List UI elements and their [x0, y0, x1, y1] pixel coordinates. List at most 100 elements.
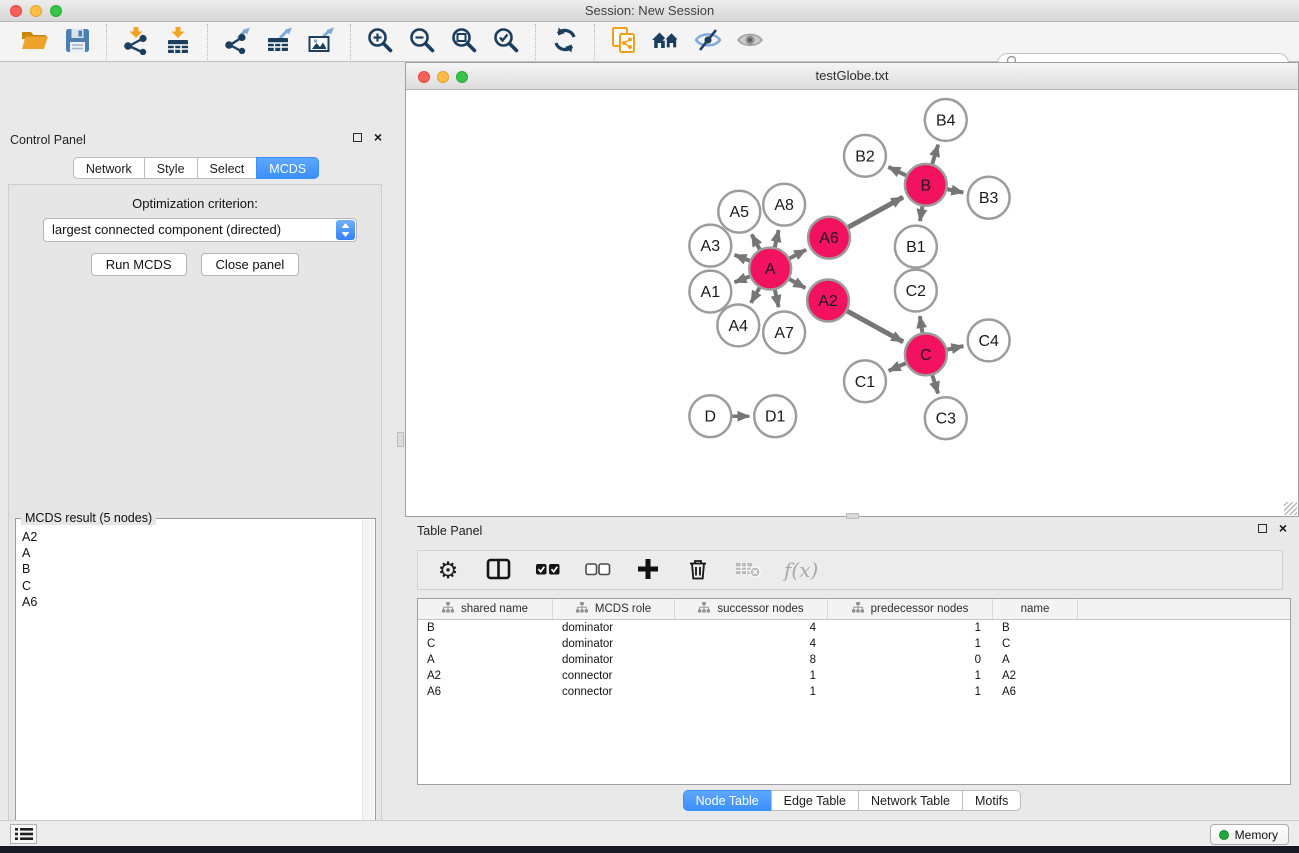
mcds-result-item[interactable]: B [16, 561, 361, 577]
table-cell: A6 [418, 684, 553, 700]
graph-node-C4[interactable]: C4 [968, 319, 1010, 361]
main-toolbar [0, 22, 1299, 62]
column-header-name[interactable]: name [993, 599, 1078, 619]
zoom-fit-icon [450, 26, 478, 57]
graph-node-A8[interactable]: A8 [763, 184, 805, 226]
graph-node-C2[interactable]: C2 [895, 270, 937, 312]
graph-node-C[interactable]: C [905, 333, 947, 375]
close-table-panel-icon[interactable]: × [1279, 524, 1287, 533]
svg-text:A2: A2 [818, 293, 838, 310]
export-network-button[interactable] [221, 26, 253, 58]
column-header-shared-name[interactable]: shared name [418, 599, 553, 619]
table-cell: dominator [553, 636, 675, 652]
zoom-out-icon [408, 26, 436, 57]
memory-button[interactable]: Memory [1210, 824, 1289, 845]
zoom-in-button[interactable] [364, 26, 396, 58]
table-row[interactable]: A2connector11A2 [418, 668, 1290, 684]
column-tree-icon [576, 602, 588, 616]
first-neighbors-button[interactable] [650, 26, 682, 58]
float-table-panel-icon[interactable] [1258, 524, 1267, 533]
import-table-button[interactable] [162, 26, 194, 58]
window-resize-grip[interactable] [1284, 502, 1297, 515]
export-image-button[interactable] [305, 26, 337, 58]
table-row[interactable]: Bdominator41B [418, 620, 1290, 636]
graph-node-D[interactable]: D [689, 395, 731, 437]
vertical-scrollbar-nub[interactable] [397, 432, 404, 447]
graph-node-B2[interactable]: B2 [844, 135, 886, 177]
mcds-result-list: A2ABCA6 [16, 529, 361, 853]
zoom-selected-button[interactable] [490, 26, 522, 58]
tab-node-table[interactable]: Node Table [683, 790, 771, 811]
mcds-result-item[interactable]: A6 [16, 594, 361, 610]
table-row[interactable]: Adominator80A [418, 652, 1290, 668]
new-network-from-selection-button[interactable] [608, 26, 640, 58]
graph-node-A4[interactable]: A4 [717, 304, 759, 346]
graph-node-A[interactable]: A [749, 248, 791, 290]
svg-text:A6: A6 [819, 230, 839, 247]
graph-node-C3[interactable]: C3 [925, 397, 967, 439]
tab-mcds[interactable]: MCDS [256, 157, 319, 179]
mcds-result-box: MCDS result (5 nodes) A2ABCA6 [15, 518, 376, 853]
split-table-button[interactable] [484, 555, 512, 585]
zoom-out-button[interactable] [406, 26, 438, 58]
mcds-result-item[interactable]: A [16, 545, 361, 561]
table-cell: C [418, 636, 553, 652]
apply-layout-button[interactable] [549, 26, 581, 58]
table-cell: 0 [828, 652, 993, 668]
run-mcds-button[interactable]: Run MCDS [91, 253, 187, 276]
criterion-dropdown[interactable]: largest connected component (directed) [43, 218, 357, 242]
close-panel-button[interactable]: Close panel [201, 253, 300, 276]
control-panel-title: Control Panel [10, 133, 86, 147]
delete-columns-button[interactable] [684, 555, 712, 585]
column-header-MCDS-role[interactable]: MCDS role [553, 599, 675, 619]
column-header-successor-nodes[interactable]: successor nodes [675, 599, 828, 619]
mcds-result-item[interactable]: C [16, 578, 361, 594]
float-panel-icon[interactable] [353, 133, 362, 142]
svg-text:A3: A3 [701, 238, 721, 255]
tab-select[interactable]: Select [197, 157, 257, 179]
graph-node-B4[interactable]: B4 [925, 99, 967, 141]
graph-node-A1[interactable]: A1 [689, 271, 731, 313]
result-scrollbar[interactable] [362, 520, 374, 853]
graph-node-B3[interactable]: B3 [968, 177, 1010, 219]
zoom-selected-icon [492, 26, 520, 57]
svg-text:B: B [921, 177, 932, 194]
graph-node-B1[interactable]: B1 [895, 226, 937, 268]
graph-node-B[interactable]: B [905, 164, 947, 206]
column-settings-button[interactable]: ⚙ [434, 555, 462, 585]
task-history-button[interactable] [10, 824, 37, 844]
network-canvas[interactable]: B4 B2 B B3 A8A5 A6 A3 B1 A C2 A1 A2 A4A7 C4 C C1 D D1 C3 [406, 90, 1298, 516]
select-all-rows-button[interactable] [534, 555, 562, 585]
hide-selected-button[interactable] [692, 26, 724, 58]
save-session-button[interactable] [61, 26, 93, 58]
svg-text:C2: C2 [906, 283, 927, 300]
graph-node-A3[interactable]: A3 [689, 225, 731, 267]
tab-network-table[interactable]: Network Table [858, 790, 962, 811]
close-panel-icon[interactable]: × [374, 133, 382, 142]
import-network-button[interactable] [120, 26, 152, 58]
create-column-button[interactable] [634, 555, 662, 585]
mcds-result-item[interactable]: A2 [16, 529, 361, 545]
tab-network[interactable]: Network [73, 157, 144, 179]
zoom-fit-button[interactable] [448, 26, 480, 58]
tab-style[interactable]: Style [144, 157, 197, 179]
open-session-button[interactable] [19, 26, 51, 58]
graph-node-A6[interactable]: A6 [808, 217, 850, 259]
open-session-icon [20, 27, 50, 56]
graph-node-A7[interactable]: A7 [763, 311, 805, 353]
graph-node-A5[interactable]: A5 [718, 191, 760, 233]
network-graph[interactable]: B4 B2 B B3 A8A5 A6 A3 B1 A C2 A1 A2 A4A7 C4 C C1 D D1 C3 [406, 90, 1298, 516]
tab-edge-table[interactable]: Edge Table [771, 790, 858, 811]
tab-motifs[interactable]: Motifs [962, 790, 1021, 811]
unselect-all-rows-button[interactable] [584, 555, 612, 585]
column-header-predecessor-nodes[interactable]: predecessor nodes [828, 599, 993, 619]
graph-node-D1[interactable]: D1 [754, 395, 796, 437]
table-row[interactable]: Cdominator41C [418, 636, 1290, 652]
table-row[interactable]: A6connector11A6 [418, 684, 1290, 700]
show-all-button[interactable] [734, 26, 766, 58]
export-table-button[interactable] [263, 26, 295, 58]
network-window-titlebar[interactable]: testGlobe.txt [406, 63, 1298, 90]
node-table: shared nameMCDS rolesuccessor nodesprede… [417, 598, 1291, 785]
graph-node-A2[interactable]: A2 [807, 280, 849, 322]
graph-node-C1[interactable]: C1 [844, 360, 886, 402]
